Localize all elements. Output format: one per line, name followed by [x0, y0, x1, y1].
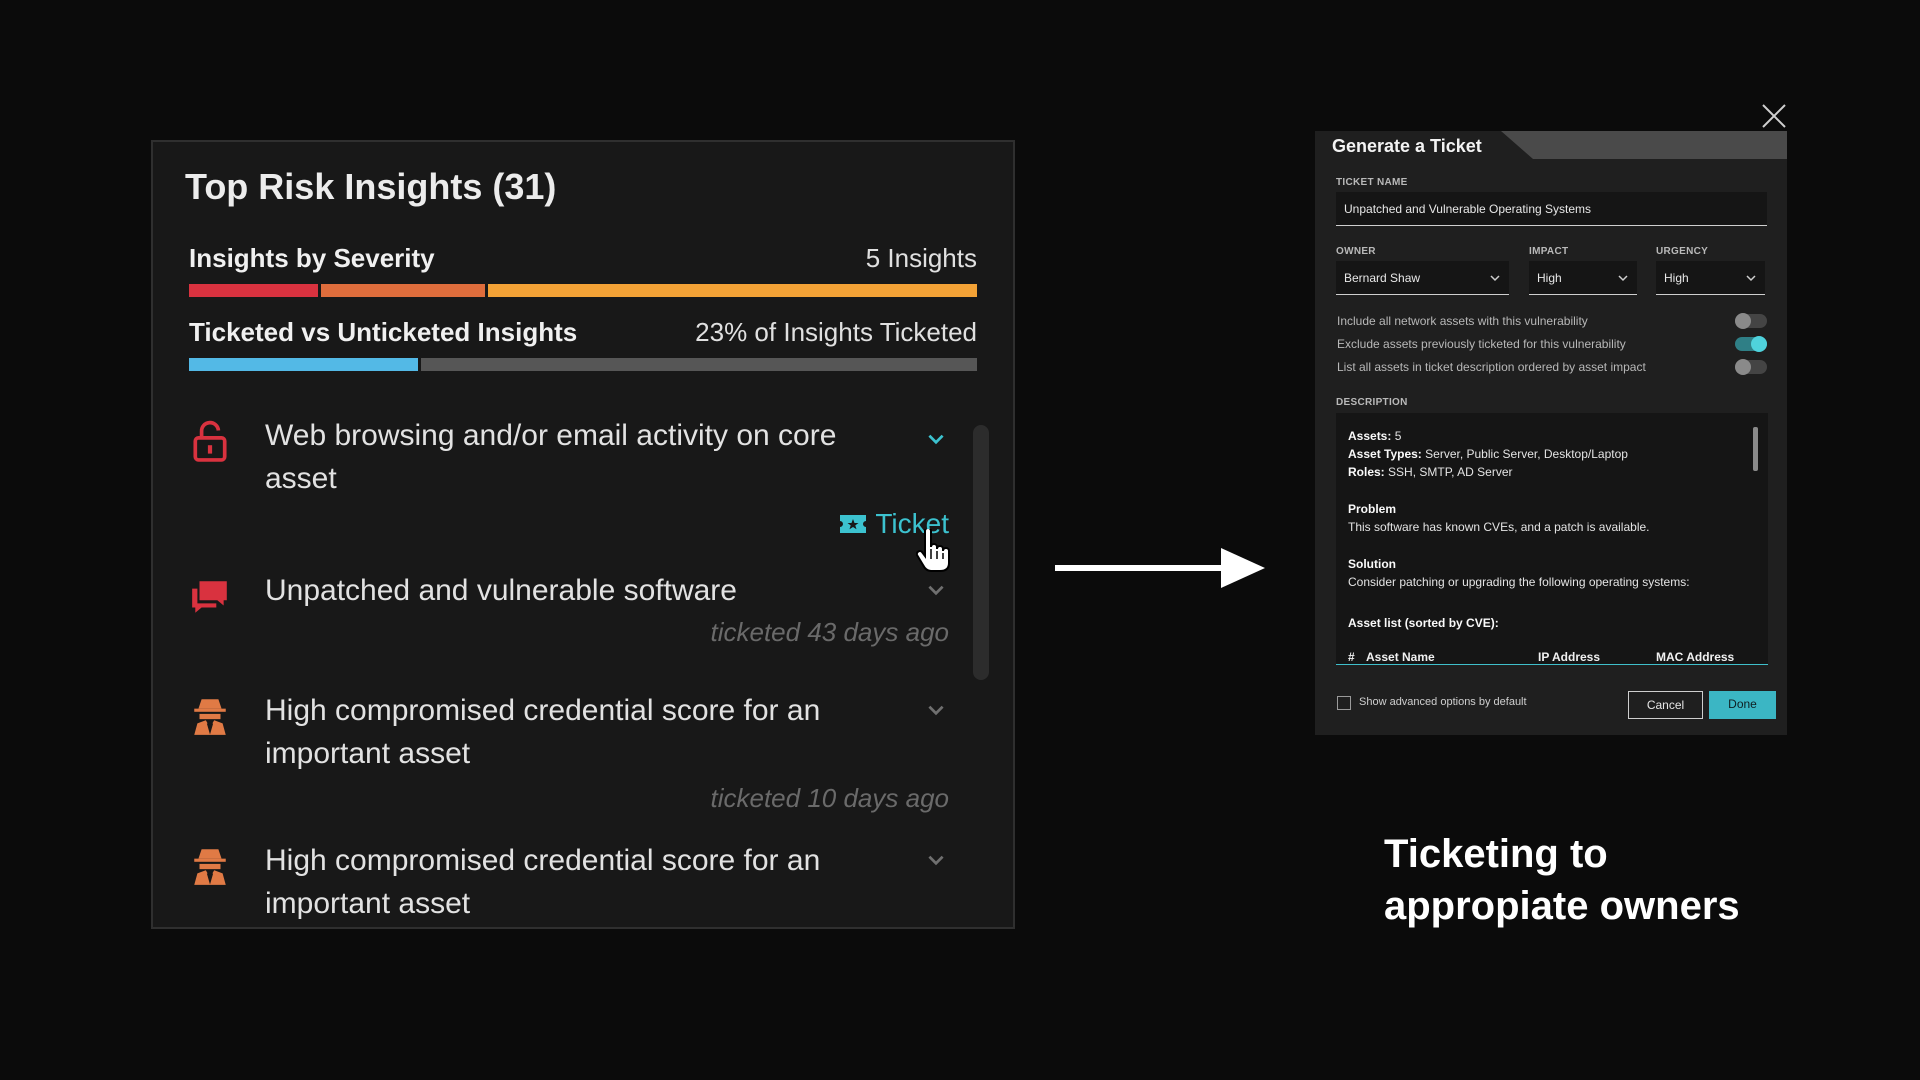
ticketed-age: ticketed 43 days ago: [710, 617, 950, 647]
insight-title: Unpatched and vulnerable software: [265, 574, 737, 607]
toggle-label: Include all network assets with this vul…: [1337, 314, 1588, 328]
exclude-ticketed-toggle[interactable]: [1735, 336, 1767, 352]
chevron-down-icon[interactable]: [925, 579, 947, 601]
severity-count: 5 Insights: [865, 243, 977, 273]
insight-title: Web browsing and/or email activity on co…: [265, 419, 837, 495]
impact-value: High: [1537, 271, 1562, 285]
toggle-label: Exclude assets previously ticketed for t…: [1337, 337, 1626, 351]
owner-label: OWNER: [1336, 246, 1376, 257]
severity-segment-medium: [488, 284, 978, 297]
severity-bar: [189, 284, 978, 297]
chevron-down-icon: [1618, 275, 1628, 282]
ticketed-summary: Ticketed vs Unticketed Insights 23% of I…: [189, 317, 977, 377]
ticket-icon: [840, 515, 867, 533]
severity-segment-high: [321, 284, 486, 297]
chevron-down-icon[interactable]: [925, 849, 947, 871]
include-network-toggle[interactable]: [1735, 313, 1767, 329]
toggle-label: List all assets in ticket description or…: [1337, 360, 1646, 374]
toggle-row-include-network: Include all network assets with this vul…: [1337, 311, 1767, 331]
severity-segment-critical: [189, 284, 319, 297]
spy-icon: [194, 699, 226, 735]
hand-cursor-icon: [916, 529, 950, 572]
top-risk-insights-panel: Top Risk Insights (31) Insights by Sever…: [151, 140, 1015, 929]
done-button[interactable]: Done: [1709, 691, 1776, 719]
unticketed-fill: [420, 358, 977, 371]
insight-title: High compromised credential score for an…: [265, 844, 821, 920]
chevron-down-icon[interactable]: [925, 699, 947, 721]
asset-list-heading: Asset list (sorted by CVE):: [1348, 616, 1499, 630]
advanced-options-label: Show advanced options by default: [1359, 696, 1527, 708]
close-icon[interactable]: [1760, 102, 1788, 130]
insight-title: High compromised credential score for an…: [265, 694, 821, 770]
insights-scrollbar[interactable]: [973, 425, 989, 680]
ticketed-percent: 23% of Insights Ticketed: [695, 317, 977, 347]
urgency-select[interactable]: High: [1656, 261, 1765, 295]
problem-text: This software has known CVEs, and a patc…: [1348, 520, 1650, 534]
severity-label: Insights by Severity: [189, 243, 435, 273]
cancel-button[interactable]: Cancel: [1628, 691, 1703, 719]
toggle-row-list-assets: List all assets in ticket description or…: [1337, 357, 1767, 377]
problem-heading: Problem: [1348, 502, 1397, 516]
advanced-options-checkbox[interactable]: [1337, 696, 1351, 710]
owner-value: Bernard Shaw: [1344, 271, 1421, 285]
asset-types-line: Asset Types: Server, Public Server, Desk…: [1348, 447, 1628, 461]
caption-line-1: Ticketing to: [1384, 832, 1608, 876]
panel-title: Top Risk Insights (31): [185, 166, 557, 207]
insight-item[interactable]: High compromised credential score for an…: [189, 689, 977, 824]
urgency-label: URGENCY: [1656, 246, 1709, 257]
assets-line: Assets: 5: [1348, 429, 1402, 443]
insight-item[interactable]: High compromised credential score for an…: [189, 839, 977, 929]
list-assets-toggle[interactable]: [1735, 359, 1767, 375]
caption: Ticketing to appropiate owners: [1384, 828, 1740, 932]
description-content: Assets: 5 Asset Types: Server, Public Se…: [1348, 427, 1748, 664]
chat-icon: [192, 581, 227, 613]
ticketed-label: Ticketed vs Unticketed Insights: [189, 317, 578, 347]
chevron-down-icon: [1490, 275, 1500, 282]
ticketed-bar: [189, 358, 977, 371]
owner-select[interactable]: Bernard Shaw: [1336, 261, 1509, 295]
unlock-icon: [193, 420, 227, 462]
urgency-value: High: [1664, 271, 1689, 285]
impact-label: IMPACT: [1529, 246, 1569, 257]
description-scrollbar[interactable]: [1753, 427, 1758, 471]
insight-item[interactable]: Web browsing and/or email activity on co…: [189, 414, 977, 554]
description-label: DESCRIPTION: [1336, 397, 1408, 408]
ticketed-age: ticketed 10 days ago: [710, 783, 950, 813]
spy-icon: [194, 849, 226, 885]
description-textarea[interactable]: Assets: 5 Asset Types: Server, Public Se…: [1336, 413, 1768, 665]
toggle-row-exclude-ticketed: Exclude assets previously ticketed for t…: [1337, 334, 1767, 354]
roles-line: Roles: SSH, SMTP, AD Server: [1348, 465, 1513, 479]
caption-line-2: appropiate owners: [1384, 884, 1740, 928]
right-arrow-icon: [1055, 548, 1265, 588]
ticket-name-field[interactable]: Unpatched and Vulnerable Operating Syste…: [1336, 192, 1767, 226]
solution-heading: Solution: [1348, 557, 1396, 571]
chevron-down-icon: [1746, 275, 1756, 282]
insight-item[interactable]: Unpatched and vulnerable software ticket…: [189, 569, 977, 669]
chevron-down-icon[interactable]: [925, 428, 947, 450]
severity-summary: Insights by Severity 5 Insights: [189, 243, 978, 303]
impact-select[interactable]: High: [1529, 261, 1637, 295]
dialog-title: Generate a Ticket: [1332, 136, 1482, 156]
generate-ticket-dialog: Generate a Ticket TICKET NAME Unpatched …: [1315, 131, 1787, 735]
ticket-name-label: TICKET NAME: [1336, 177, 1408, 188]
solution-text: Consider patching or upgrading the follo…: [1348, 575, 1690, 589]
ticketed-fill: [189, 358, 418, 371]
